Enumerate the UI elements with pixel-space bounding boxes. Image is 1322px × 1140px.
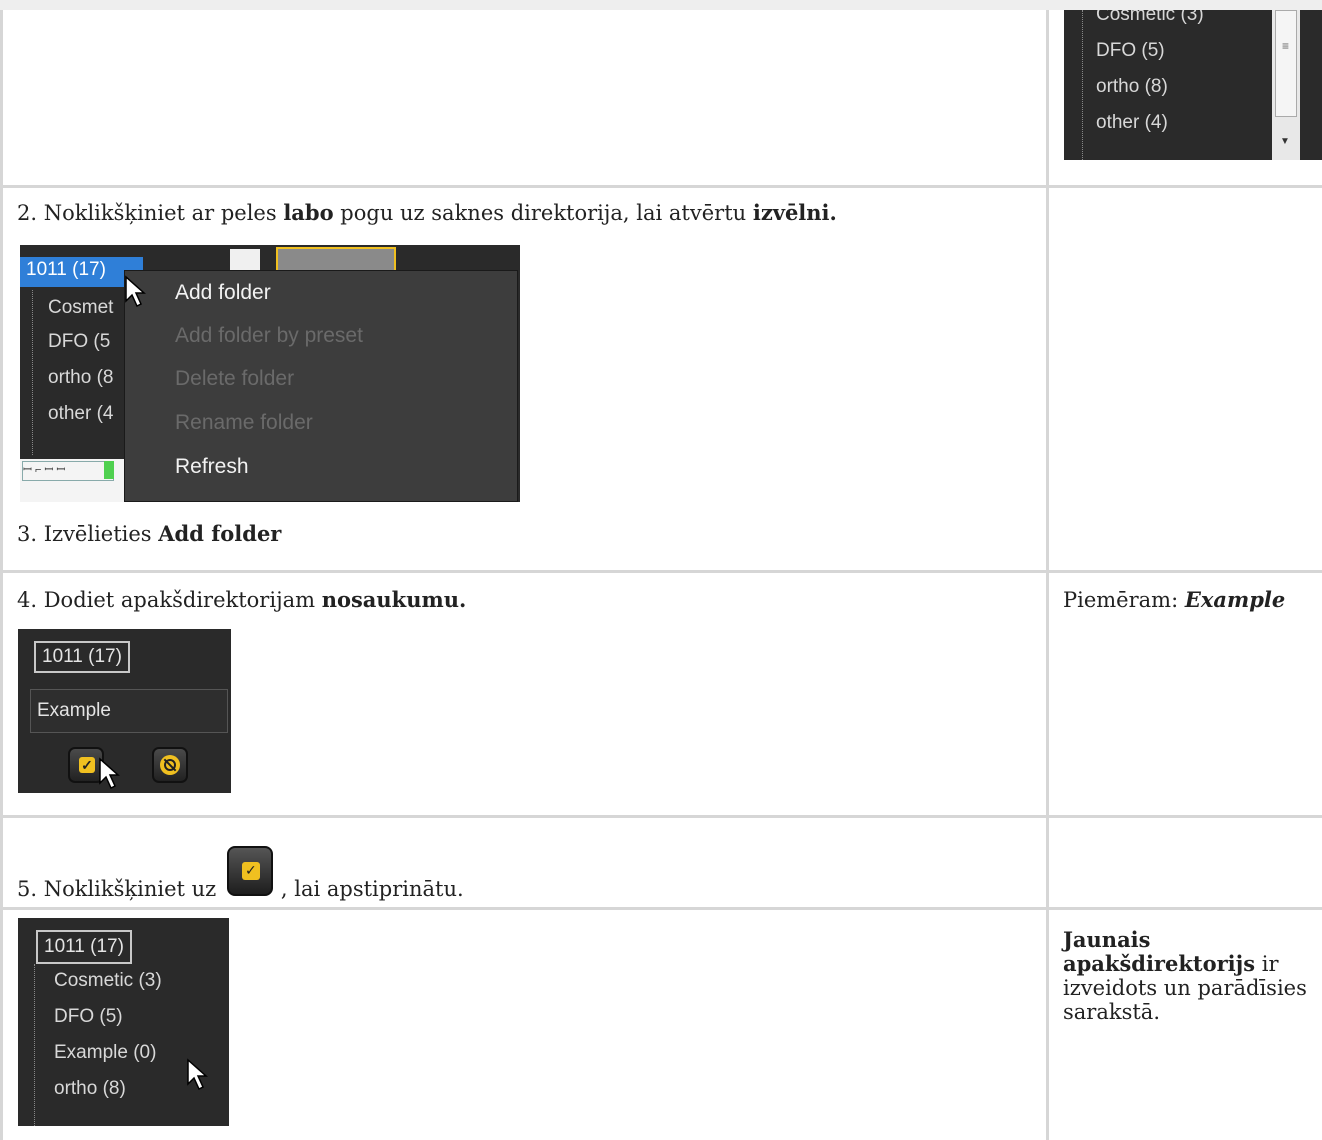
tree-root: 1011 (17) <box>34 641 130 673</box>
menu-item-refresh[interactable]: Refresh <box>175 455 249 479</box>
tree-guide <box>32 290 33 455</box>
tree-item: other (4) <box>1096 112 1168 133</box>
row-3-main: 4. Dodiet apakšdirektorijam nosaukumu. 1… <box>0 570 1046 815</box>
folder-name-value: Example <box>37 700 111 721</box>
top-strip <box>0 0 1322 10</box>
scrollbar[interactable]: ≡ ▼ <box>1272 10 1300 160</box>
step-4-text: 4. Dodiet apakšdirektorijam nosaukumu. <box>17 587 467 612</box>
grip-icon: ≡ <box>1282 39 1290 53</box>
tooth-chart-fragment: ꟷ⌐ꟷꟷ <box>20 459 130 502</box>
confirm-button-image: ✓ <box>226 846 273 896</box>
step-3-text: 3. Izvēlieties Add folder <box>17 521 282 546</box>
row-4-main: 5. Noklikšķiniet uz ✓ , lai apstiprinātu… <box>0 815 1046 907</box>
tree-item[interactable]: ortho (8 <box>48 367 113 389</box>
mouse-cursor-icon <box>99 757 120 790</box>
rename-screenshot: 1011 (17) Example ✓ <box>18 629 231 793</box>
cancel-button[interactable] <box>152 747 188 783</box>
tooth-numbers: ꟷ⌐ꟷꟷ <box>22 461 114 481</box>
row-5-side: Jaunais apakšdirektorijs ir izveidots un… <box>1046 907 1322 1140</box>
checkmark-icon: ✓ <box>79 757 95 773</box>
folder-name-input[interactable]: Example <box>30 689 228 733</box>
context-menu: Add folder Add folder by preset Delete f… <box>124 270 518 502</box>
menu-item-add-folder[interactable]: Add folder <box>175 281 271 305</box>
example-note: Piemēram: Example <box>1063 587 1286 612</box>
tree-item: Cosmetic (3) <box>1096 10 1204 25</box>
result-note: Jaunais apakšdirektorijs ir izveidots un… <box>1063 927 1307 1025</box>
tree-screenshot-top: Cosmetic (3) DFO (5) ortho (8) other (4)… <box>1064 10 1322 160</box>
tree-item[interactable]: Cosmetic (3) <box>54 970 162 992</box>
row-3-side: Piemēram: Example <box>1046 570 1322 815</box>
context-menu-screenshot: 1011 (17) Cosmet DFO (5 ortho (8 other (… <box>20 245 520 502</box>
tree-item: ortho (8) <box>1096 76 1168 97</box>
row-5-main: 1011 (17) Cosmetic (3) DFO (5) Example (… <box>0 907 1046 1140</box>
row-2-main: 2. Noklikšķiniet ar peles labo pogu uz s… <box>0 185 1046 570</box>
menu-item-delete-folder[interactable]: Delete folder <box>175 367 294 391</box>
tree-item[interactable]: ortho (8) <box>54 1078 126 1100</box>
scrollbar-thumb[interactable]: ≡ <box>1275 10 1297 117</box>
tree-item[interactable]: other (4 <box>48 403 113 425</box>
tree-guide <box>1082 10 1083 160</box>
tree-item: DFO (5) <box>1096 40 1165 61</box>
column-divider <box>1046 10 1049 185</box>
panel-fragment <box>230 249 260 271</box>
step-2-text: 2. Noklikšķiniet ar peles labo pogu uz s… <box>17 200 837 225</box>
inline-confirm-image: ✓ <box>223 846 281 904</box>
mouse-cursor-icon <box>187 1058 208 1091</box>
border-left <box>0 10 3 185</box>
menu-item-add-folder-by-preset[interactable]: Add folder by preset <box>175 324 363 348</box>
row-2-side <box>1046 185 1322 570</box>
tree-guide <box>34 964 35 1126</box>
tree-root: 1011 (17) <box>36 930 132 964</box>
scroll-down-icon[interactable]: ▼ <box>1280 136 1290 147</box>
row-4-side <box>1046 815 1322 907</box>
tree-item[interactable]: Cosmet <box>48 297 113 319</box>
step-5-text: 5. Noklikšķiniet uz ✓ , lai apstiprinātu… <box>17 846 464 904</box>
cancel-icon <box>160 755 180 775</box>
tree-root: 1011 (17) <box>26 259 106 280</box>
tooth-marker <box>104 461 114 479</box>
tree-item[interactable]: DFO (5) <box>54 1006 123 1028</box>
tree-item[interactable]: DFO (5 <box>48 331 110 353</box>
mouse-cursor-icon <box>125 275 146 308</box>
checkmark-icon: ✓ <box>241 862 260 880</box>
menu-item-rename-folder[interactable]: Rename folder <box>175 411 313 435</box>
row-1: Cosmetic (3) DFO (5) ortho (8) other (4)… <box>0 10 1322 185</box>
result-tree-screenshot: 1011 (17) Cosmetic (3) DFO (5) Example (… <box>18 918 229 1126</box>
tree-item-new-folder[interactable]: Example (0) <box>54 1042 156 1064</box>
